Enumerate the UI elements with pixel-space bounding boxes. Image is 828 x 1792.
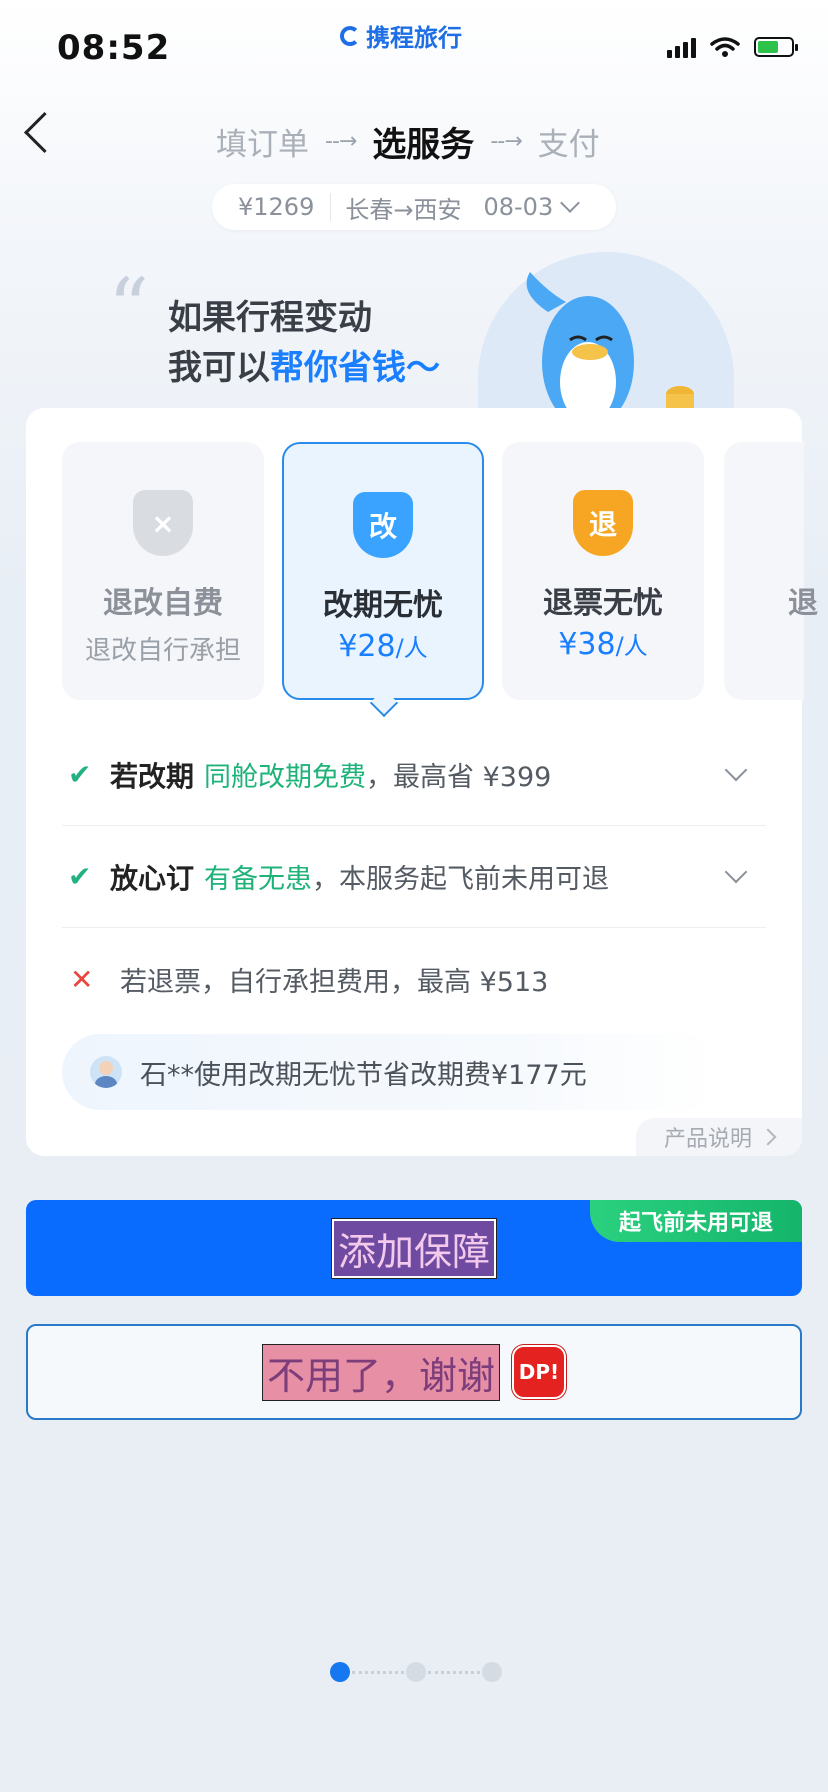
- hero-line-2: 我可以帮你省钱～: [168, 340, 440, 389]
- step-arrow-icon: --→: [490, 129, 522, 154]
- avatar: [90, 1056, 122, 1088]
- benefit-text: 若退票，自行承担费用，最高 ¥513: [120, 966, 549, 998]
- plan-title: 退: [788, 586, 818, 621]
- trip-summary-pill[interactable]: ¥1269 长春→西安 08-03: [212, 184, 616, 230]
- checkout-steps: 填订单 --→ 选服务 --→ 支付: [216, 117, 600, 166]
- plan-self-pay[interactable]: × 退改自费 退改自行承担: [62, 442, 264, 700]
- hero-line-1: 如果行程变动: [168, 298, 372, 338]
- benefit-bold: 放心订: [110, 861, 195, 895]
- testimonial-text: 石**使用改期无忧节省改期费¥177元: [140, 1059, 587, 1091]
- plan-title: 退票无忧: [543, 586, 663, 621]
- chevron-right-icon: [759, 1128, 777, 1146]
- ctrip-logo-icon: [340, 25, 360, 46]
- product-info-label: 产品说明: [664, 1127, 753, 1152]
- refundable-badge: 起飞前未用可退: [590, 1200, 802, 1242]
- plan-subtitle: 退改自行承担: [84, 636, 241, 666]
- battery-icon: [754, 37, 798, 57]
- add-protection-label: 添加保障: [330, 1217, 498, 1279]
- benefit-text: ，本服务起飞前未用可退: [312, 864, 610, 895]
- plan-title: 退改自费: [103, 586, 223, 621]
- benefit-text: ，最高省 ¥399: [366, 762, 552, 793]
- hero-line-2-prefix: 我可以: [168, 348, 270, 388]
- cellular-signal-icon: [667, 36, 696, 58]
- hero-line-2-highlight: 帮你省钱～: [270, 348, 440, 388]
- page-indicator: [330, 1662, 502, 1682]
- benefit-bold: 若改期: [110, 759, 195, 793]
- step-arrow-icon: --→: [325, 129, 357, 154]
- trip-price: ¥1269: [212, 193, 332, 221]
- plan-partial-next[interactable]: 退: [724, 442, 818, 700]
- decline-button[interactable]: 不用了，谢谢 DP!: [26, 1324, 802, 1420]
- status-time: 08:52: [57, 28, 171, 68]
- plan-price: ¥38/人: [502, 626, 704, 662]
- shield-refund-icon: 退: [573, 490, 633, 556]
- chevron-down-icon: [560, 193, 581, 213]
- check-icon: ✔: [68, 860, 92, 893]
- status-icons: [667, 36, 798, 58]
- check-icon: ✔: [68, 758, 92, 791]
- trip-route: 长春→西安: [345, 195, 462, 224]
- step-select-service: 选服务: [372, 125, 475, 165]
- plan-price-unit: /人: [615, 632, 648, 660]
- decline-label: 不用了，谢谢: [261, 1343, 500, 1401]
- wifi-icon: [710, 37, 740, 57]
- testimonial-banner: 石**使用改期无忧节省改期费¥177元: [62, 1034, 722, 1110]
- plan-change-worry-free[interactable]: 改 改期无忧 ¥28/人: [282, 442, 484, 700]
- cross-icon: ✕: [70, 962, 94, 996]
- trip-date: 08-03: [483, 193, 554, 221]
- dp-badge-icon: DP!: [512, 1345, 566, 1399]
- brand-logo: 携程旅行: [340, 18, 462, 53]
- plan-title: 改期无忧: [323, 588, 443, 623]
- brand-name: 携程旅行: [366, 24, 462, 52]
- plan-price-value: ¥28: [338, 629, 396, 664]
- step-pay: 支付: [537, 127, 600, 163]
- plan-price-value: ¥38: [558, 627, 616, 662]
- shield-x-icon: ×: [133, 490, 193, 556]
- chevron-down-icon: [724, 758, 748, 782]
- product-info-link[interactable]: 产品说明: [636, 1118, 802, 1156]
- benefit-row-change[interactable]: ✔ 若改期 同舱改期免费 ，最高省 ¥399: [62, 724, 766, 826]
- plan-refund-worry-free[interactable]: 退 退票无忧 ¥38/人: [502, 442, 704, 700]
- chevron-down-icon: [724, 860, 748, 884]
- quote-mark-icon: “: [108, 261, 149, 354]
- benefit-highlight: 有备无患: [204, 864, 313, 895]
- benefit-highlight: 同舱改期免费: [204, 762, 367, 793]
- benefit-row-peace[interactable]: ✔ 放心订 有备无患 ，本服务起飞前未用可退: [62, 826, 766, 928]
- pager-dot: [406, 1662, 426, 1682]
- benefit-row-refund: ✕ 若退票，自行承担费用，最高 ¥513: [62, 928, 766, 1030]
- pager-dot: [482, 1662, 502, 1682]
- plan-price: ¥28/人: [284, 628, 482, 664]
- plan-price-unit: /人: [395, 634, 428, 662]
- shield-change-icon: 改: [353, 492, 413, 558]
- pager-dot-active: [330, 1662, 350, 1682]
- step-fill-order: 填订单: [216, 127, 309, 163]
